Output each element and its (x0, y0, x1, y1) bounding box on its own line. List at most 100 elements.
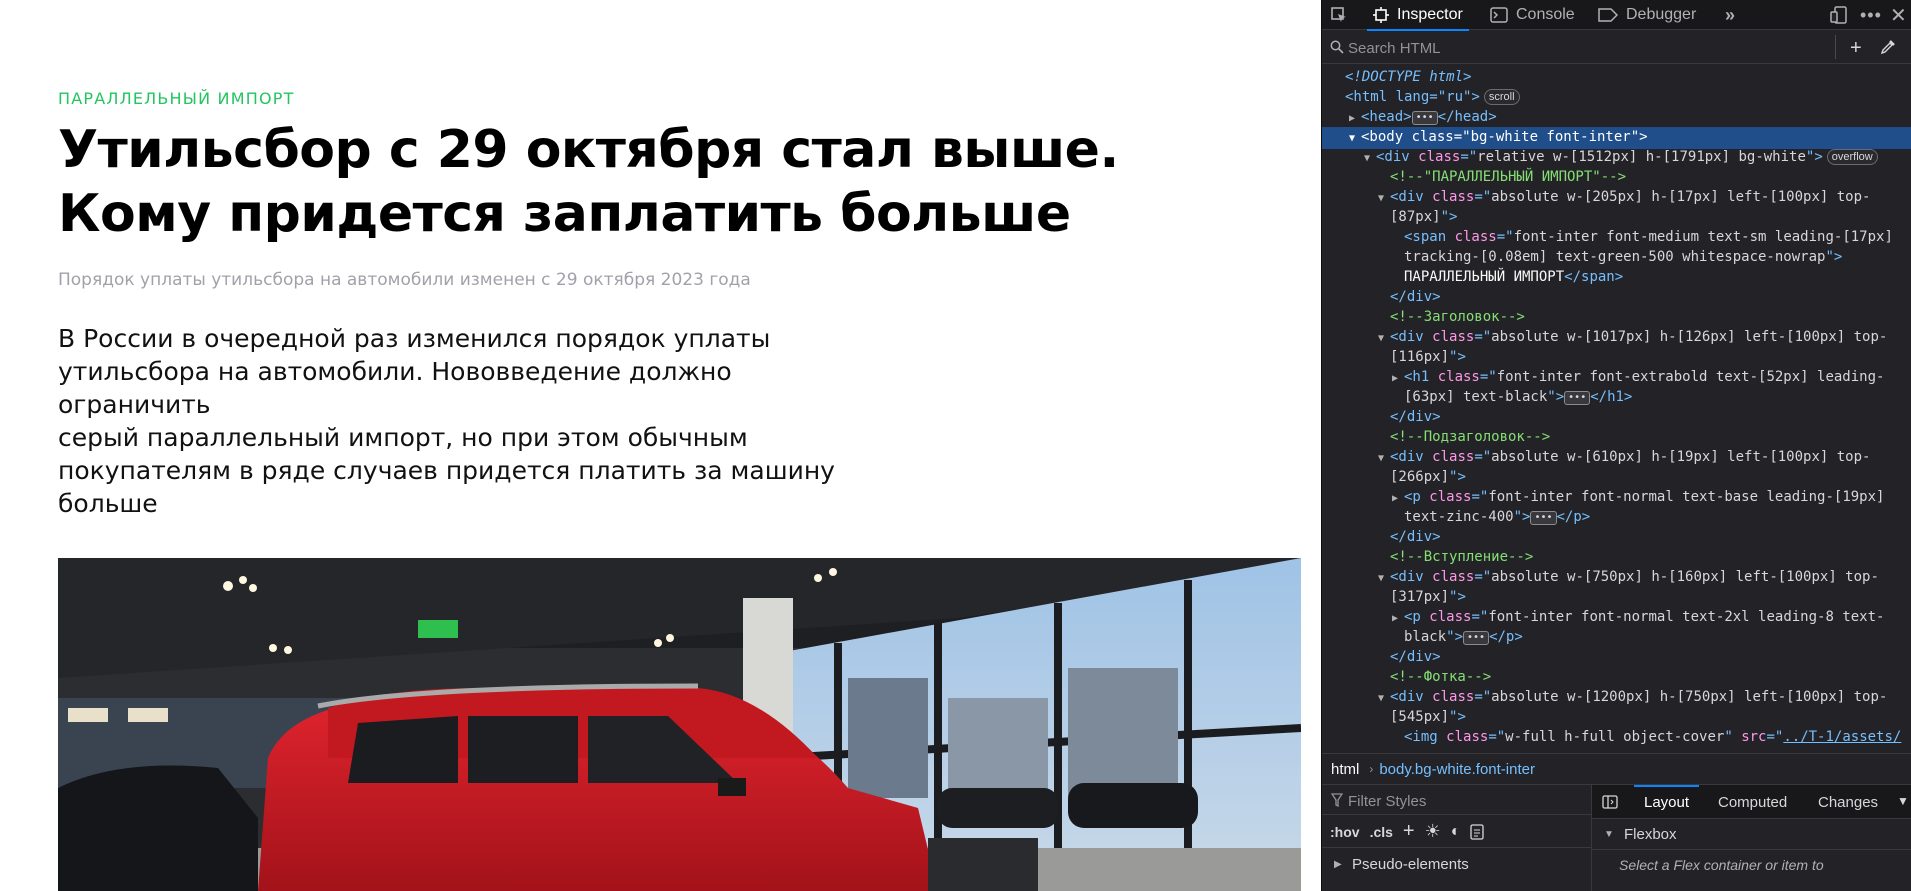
pseudo-elements-toggle[interactable]: ▶ Pseudo-elements (1322, 848, 1592, 880)
tab-layout[interactable]: Layout (1633, 785, 1700, 819)
expand-arrow-icon[interactable]: ▶ (1392, 369, 1404, 389)
options-menu-button[interactable]: ••• (1860, 0, 1882, 30)
collapse-arrow-icon[interactable]: ▼ (1378, 329, 1390, 349)
plus-icon[interactable]: + (1403, 820, 1415, 843)
more-tools-icon: » (1725, 4, 1736, 25)
tab-debugger-label: Debugger (1626, 6, 1697, 23)
close-devtools-button[interactable]: ✕ (1890, 0, 1907, 30)
collapsed-dots[interactable]: ••• (1411, 111, 1438, 125)
flexbox-empty-message: Select a Flex container or item to (1619, 857, 1824, 873)
article-intro: В России в очередной раз изменился поряд… (58, 322, 858, 520)
tree-node-span-text: ПАРАЛЛЕЛЬНЫЙ ИМПОРТ</span> (1404, 269, 1624, 285)
tree-node-h1-cont: [63px] text-black"> ••• </h1> (1404, 389, 1633, 405)
collapsed-dots[interactable]: ••• (1463, 631, 1490, 645)
collapse-arrow-icon[interactable]: ▼ (1378, 569, 1390, 589)
tree-node-div[interactable]: ▼ <div class="absolute w-[750px] h-[160px… (1322, 567, 1911, 589)
collapsed-dots[interactable]: ••• (1564, 391, 1591, 405)
flexbox-heading: Flexbox (1624, 826, 1677, 843)
expand-arrow-icon[interactable]: ▶ (1392, 609, 1404, 629)
filter-styles-input[interactable] (1348, 790, 1578, 812)
collapse-arrow-icon[interactable]: ▼ (1378, 189, 1390, 209)
tree-node-close: </div> (1390, 649, 1441, 665)
collapse-arrow-icon: ▼ (1604, 829, 1614, 840)
sidebar-toggle-icon[interactable] (1602, 795, 1618, 809)
overflow-badge[interactable]: overflow (1826, 149, 1878, 165)
tree-comment[interactable]: <!--Фотка--> (1322, 667, 1911, 687)
rules-toolbar: :hov .cls + ☀ ◐ (1322, 816, 1592, 848)
cls-toggle[interactable]: .cls (1370, 824, 1393, 840)
search-html-input[interactable] (1348, 37, 1828, 59)
breadcrumb-body[interactable]: body.bg-white.font-inter (1379, 761, 1535, 778)
tab-inspector[interactable]: Inspector (1367, 0, 1469, 31)
meatball-icon: ••• (1860, 4, 1882, 25)
tree-node-head[interactable]: ▶ <head> ••• </head> (1322, 107, 1911, 129)
tree-node-span[interactable]: <span class="font-inter font-medium text… (1322, 227, 1911, 247)
collapse-arrow-icon[interactable]: ▼ (1364, 149, 1376, 169)
tree-node-div[interactable]: ▼ <div class="absolute w-[1200px] h-[750p… (1322, 687, 1911, 709)
more-tools-button[interactable]: » (1725, 0, 1735, 30)
tree-comment[interactable]: <!--Заголовок--> (1322, 307, 1911, 327)
article-subtitle: Порядок уплаты утильсбора на автомобили … (58, 270, 751, 290)
responsive-icon (1830, 6, 1848, 24)
collapse-arrow-icon[interactable]: ▼ (1349, 129, 1361, 149)
headline-line-2: Кому придется заплатить больше (58, 184, 1071, 244)
scroll-badge[interactable]: scroll (1483, 89, 1520, 105)
tab-computed[interactable]: Computed (1718, 785, 1787, 819)
article-kicker: ПАРАЛЛЕЛЬНЫЙ ИМПОРТ (58, 89, 295, 108)
flexbox-section-header[interactable]: ▼ Flexbox (1592, 820, 1911, 850)
responsive-design-button[interactable] (1830, 0, 1848, 30)
img-src-link[interactable]: ../T-1/assets/ (1783, 729, 1901, 745)
dark-theme-icon[interactable]: ◐ (1451, 823, 1461, 841)
expand-arrow-icon[interactable]: ▶ (1349, 109, 1361, 129)
sidebar-tabs: Layout Computed Changes ▼ (1592, 785, 1911, 819)
car-showroom-image (58, 558, 1301, 891)
intro-line: утильсбора на автомобили. Нововведение д… (58, 357, 732, 419)
collapse-arrow-icon[interactable]: ▼ (1378, 449, 1390, 469)
tab-debugger[interactable]: Debugger (1598, 0, 1696, 30)
tree-node-close: </div> (1390, 529, 1441, 545)
eyedropper-icon[interactable] (1880, 39, 1896, 55)
tree-node-div[interactable]: ▼ <div class="absolute w-[205px] h-[17px]… (1322, 187, 1911, 209)
tree-comment[interactable]: <!--Подзаголовок--> (1322, 427, 1911, 447)
add-node-icon[interactable]: + (1850, 37, 1862, 60)
element-picker-button[interactable] (1330, 0, 1348, 30)
light-theme-icon[interactable]: ☀ (1425, 821, 1441, 842)
tree-node-div-cont: [317px]"> (1390, 589, 1466, 605)
tab-console[interactable]: Console (1490, 0, 1575, 30)
tree-node-html[interactable]: <html lang="ru"> scroll (1322, 87, 1911, 107)
rules-pane: :hov .cls + ☀ ◐ ▶ Pseudo-elements (1322, 785, 1592, 891)
tree-node-div-cont: [545px]"> (1390, 709, 1466, 725)
intro-line: серый параллельный импорт, но при этом о… (58, 423, 748, 452)
tree-node-img[interactable]: <img class="w-full h-full object-cover" … (1322, 727, 1911, 747)
tree-comment[interactable]: <!--"ПАРАЛЛЕЛЬНЫЙ ИМПОРТ"--> (1322, 167, 1911, 187)
article-photo (58, 558, 1301, 891)
tree-node-p-cont: text-zinc-400"> ••• </p> (1404, 509, 1591, 525)
hov-toggle[interactable]: :hov (1330, 824, 1360, 840)
tree-node-span-cont: tracking-[0.08em] text-green-500 whitesp… (1404, 249, 1843, 265)
markup-tree: <!DOCTYPE html> <html lang="ru"> scroll ▶… (1322, 65, 1911, 753)
chevron-right-icon: › (1369, 762, 1374, 776)
tree-node-div[interactable]: ▼ <div class="absolute w-[1017px] h-[126p… (1322, 327, 1911, 349)
tree-node-body-selected[interactable]: ▼ <body class="bg-white font-inter"> (1322, 127, 1911, 149)
close-icon: ✕ (1890, 4, 1907, 27)
tree-node-h1[interactable]: ▶ <h1 class="font-inter font-extrabold te… (1322, 367, 1911, 389)
tab-changes[interactable]: Changes (1818, 785, 1878, 819)
tree-node-doctype[interactable]: <!DOCTYPE html> (1322, 67, 1911, 87)
article-headline: Утильсбор с 29 октября стал выше. Кому п… (58, 118, 1298, 246)
tree-node-div[interactable]: ▼ <div class="absolute w-[610px] h-[19px]… (1322, 447, 1911, 469)
tree-node-p[interactable]: ▶ <p class="font-inter font-normal text-2… (1322, 607, 1911, 629)
debugger-icon (1598, 7, 1618, 23)
collapse-arrow-icon[interactable]: ▼ (1378, 689, 1390, 709)
chevron-down-icon[interactable]: ▼ (1897, 794, 1909, 808)
tree-comment[interactable]: <!--Вступление--> (1322, 547, 1911, 567)
collapsed-dots[interactable]: ••• (1530, 511, 1557, 525)
search-icon (1330, 40, 1344, 54)
tree-node-p-cont: black"> ••• </p> (1404, 629, 1523, 645)
tree-node-div-cont: [116px]"> (1390, 349, 1466, 365)
tree-node-div-wrapper[interactable]: ▼ <div class="relative w-[1512px] h-[1791… (1322, 147, 1911, 169)
layout-sidebar: Layout Computed Changes ▼ ▼ Flexbox Sele… (1592, 785, 1911, 891)
breadcrumb-html[interactable]: html (1322, 761, 1359, 778)
tree-node-p[interactable]: ▶ <p class="font-inter font-normal text-b… (1322, 487, 1911, 509)
expand-arrow-icon[interactable]: ▶ (1392, 489, 1404, 509)
print-icon[interactable] (1470, 823, 1485, 840)
